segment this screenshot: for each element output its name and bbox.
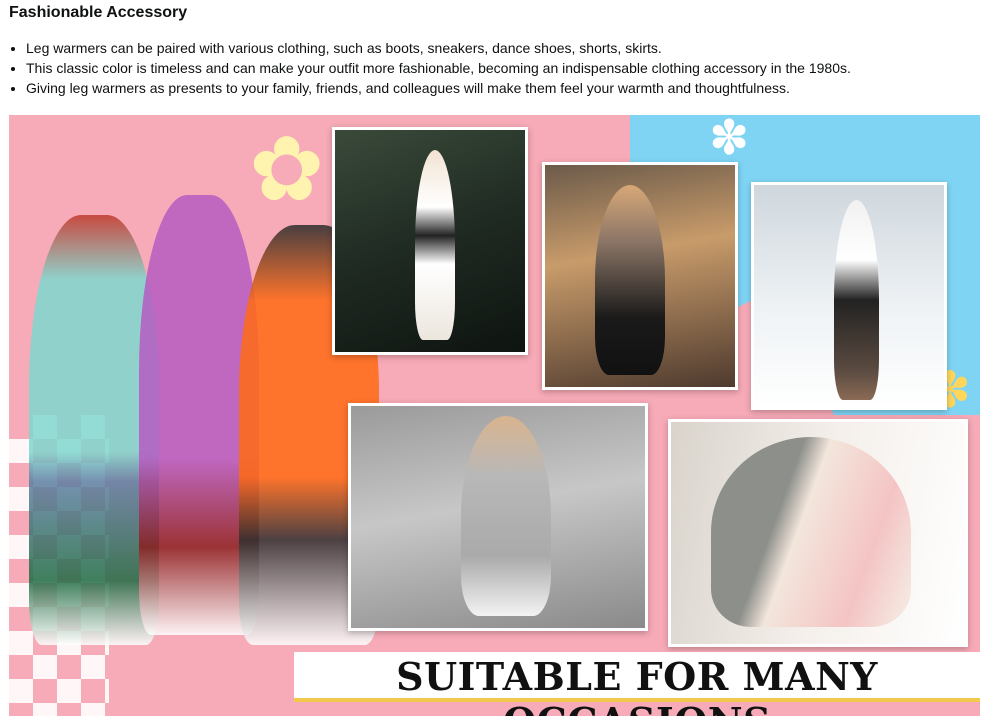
- slogan-text: SUITABLE FOR MANY OCCASIONS: [396, 654, 878, 716]
- street-sitting-photo: [348, 403, 648, 631]
- flower-icon: ✿: [249, 120, 325, 220]
- cafe-photo: [542, 162, 738, 390]
- list-item: Giving leg warmers as presents to your f…: [26, 78, 1000, 98]
- feature-list: Leg warmers can be paired with various c…: [8, 38, 1000, 98]
- tennis-player-photo: [332, 127, 528, 355]
- product-banner-image: ✿ ✽ ✽ SUITABLE FOR MANY OCCASIONS: [9, 115, 980, 716]
- list-item: This classic color is timeless and can m…: [26, 58, 1000, 78]
- list-item: Leg warmers can be paired with various c…: [26, 38, 1000, 58]
- flower-icon: ✽: [709, 115, 750, 165]
- slogan-banner: SUITABLE FOR MANY OCCASIONS: [294, 652, 980, 716]
- snow-photo: [751, 182, 947, 410]
- section-title: Fashionable Accessory: [9, 4, 188, 21]
- window-sitting-photo: [668, 419, 968, 647]
